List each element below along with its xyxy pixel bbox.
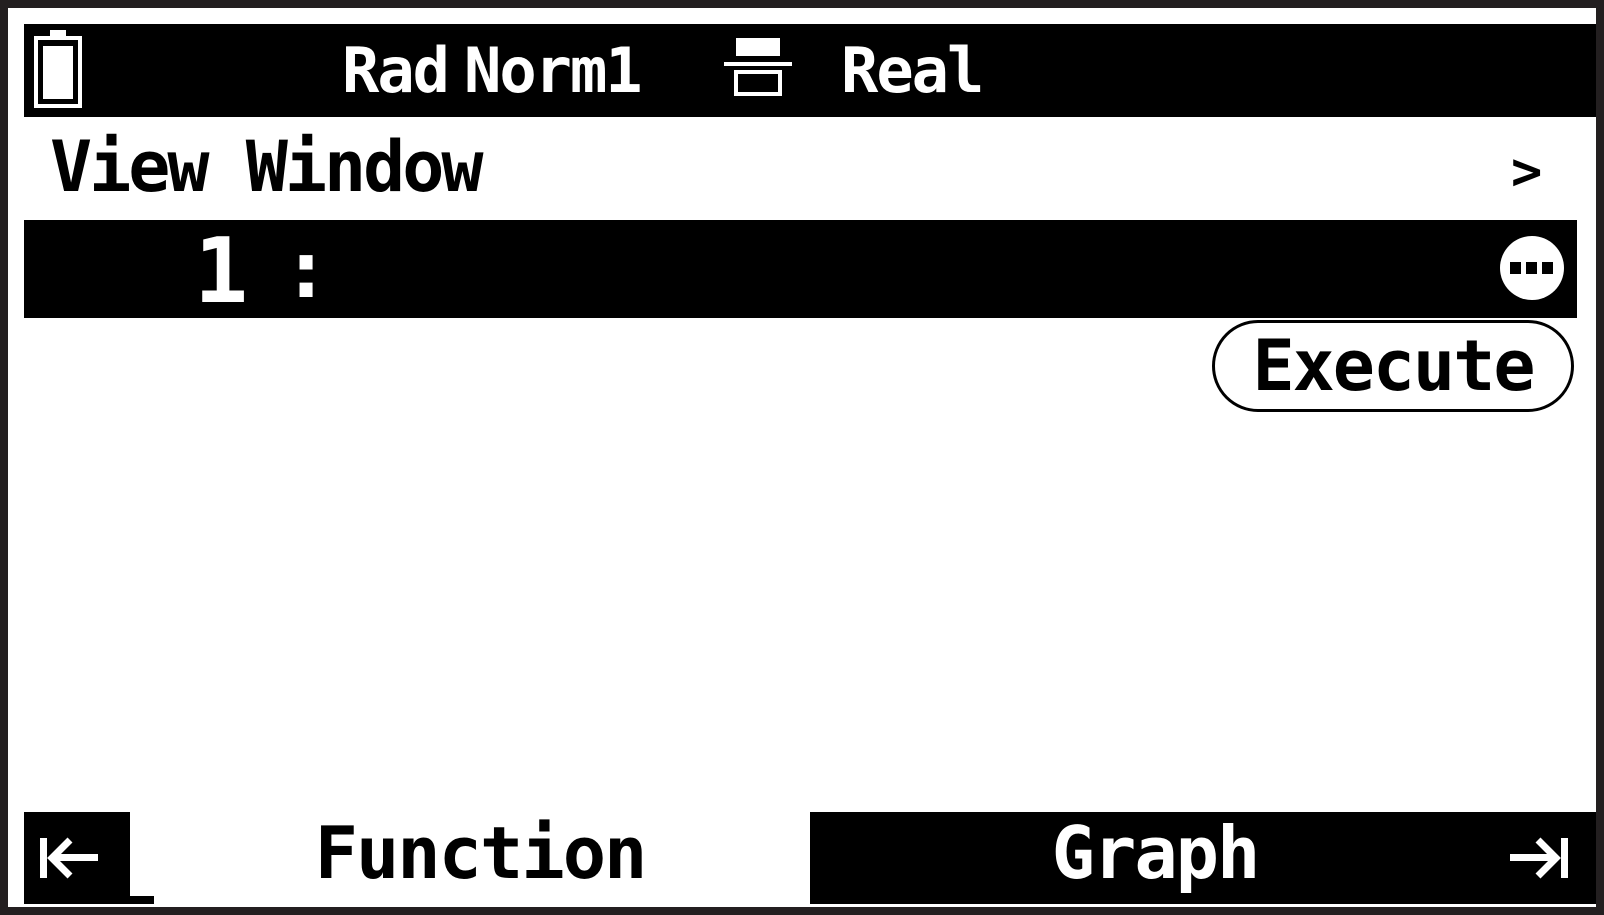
function-row[interactable]: 1 : <box>24 220 1577 318</box>
tab-divider <box>130 896 154 904</box>
angle-mode-indicator: Rad <box>342 34 450 107</box>
chevron-right-icon[interactable]: > <box>1511 145 1542 199</box>
first-softkey[interactable] <box>24 812 130 904</box>
jump-to-start-icon <box>40 837 98 879</box>
more-options-icon[interactable] <box>1496 232 1568 304</box>
status-bar: Rad Norm1 Real <box>24 24 1596 117</box>
header-row[interactable]: View Window > <box>24 117 1596 215</box>
tab-graph[interactable]: Graph <box>810 812 1500 904</box>
battery-icon <box>34 30 82 108</box>
calculator-screen: Rad Norm1 Real View Window > 1 : Execute <box>0 0 1604 915</box>
graph-tab-label: Graph <box>1051 811 1261 895</box>
function-tab-label: Function <box>314 811 648 895</box>
last-softkey[interactable] <box>1492 812 1596 904</box>
jump-to-end-icon <box>1510 837 1568 879</box>
page-title: View Window <box>50 126 484 208</box>
execute-button[interactable]: Execute <box>1212 320 1574 412</box>
display-mode-indicator: Norm1 <box>464 34 643 107</box>
function-separator: : <box>282 223 331 316</box>
softkey-bar: Function Graph <box>24 812 1596 904</box>
fraction-format-icon <box>724 38 792 96</box>
complex-mode-indicator: Real <box>841 34 984 107</box>
tab-function[interactable]: Function <box>154 812 806 904</box>
execute-label: Execute <box>1252 325 1535 407</box>
function-index: 1 <box>194 219 249 324</box>
